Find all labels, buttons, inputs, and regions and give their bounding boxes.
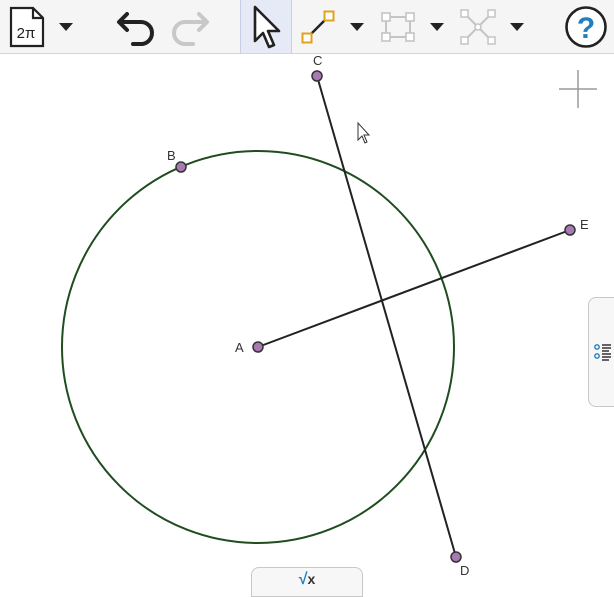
polygon-tool-dropdown[interactable]: [424, 0, 450, 53]
intersect-icon: [460, 8, 496, 45]
geometry-canvas[interactable]: A B C D E: [0, 54, 614, 592]
point-e-label: E: [580, 217, 589, 232]
construction-svg[interactable]: A B C D E: [0, 54, 614, 592]
help-button[interactable]: ?: [560, 0, 612, 53]
chevron-down-icon: [430, 22, 444, 31]
undo-icon: [117, 11, 154, 46]
polygon-tool-button[interactable]: [374, 0, 422, 53]
segment-icon: [301, 10, 335, 43]
side-panel-toggle[interactable]: [588, 297, 614, 407]
zoom-crosshair-icon[interactable]: [559, 70, 597, 108]
point-d[interactable]: [450, 551, 462, 563]
point-d-label: D: [460, 563, 469, 578]
segment-tool-dropdown[interactable]: [344, 0, 370, 53]
chevron-down-icon: [510, 22, 524, 31]
arrow-cursor-icon: [253, 5, 281, 48]
file-menu-dropdown[interactable]: [54, 0, 78, 53]
point-c-label: C: [313, 54, 322, 68]
segment-ae[interactable]: [257, 229, 571, 348]
help-icon-text: ?: [577, 12, 595, 45]
point-e[interactable]: [564, 224, 576, 236]
file-menu-button[interactable]: 2π: [2, 0, 52, 53]
redo-icon: [172, 11, 209, 46]
mouse-cursor-icon: [357, 121, 371, 144]
chevron-down-icon: [350, 22, 364, 31]
redo-button[interactable]: [164, 0, 214, 53]
file-icon: 2π: [9, 6, 45, 47]
chevron-down-icon: [59, 22, 73, 31]
move-tool-button[interactable]: [240, 0, 292, 53]
point-b-label: B: [167, 148, 176, 163]
point-a-label: A: [235, 340, 244, 355]
variable-symbol: x: [307, 571, 316, 587]
list-view-icon: [594, 344, 611, 361]
point-a[interactable]: [252, 341, 264, 353]
segment-tool-button[interactable]: [294, 0, 342, 53]
intersect-tool-button[interactable]: [454, 0, 502, 53]
rectangle-tool-icon: [381, 11, 415, 42]
help-icon: ?: [565, 5, 607, 48]
keyboard-toggle-button[interactable]: √x: [251, 567, 363, 597]
toolbar: 2π ?: [0, 0, 614, 54]
file-icon-text: 2π: [17, 25, 36, 42]
point-b[interactable]: [175, 161, 187, 173]
intersect-tool-dropdown[interactable]: [504, 0, 530, 53]
point-c[interactable]: [311, 70, 323, 82]
keyboard-icon: √x: [299, 571, 316, 596]
undo-button[interactable]: [112, 0, 162, 53]
